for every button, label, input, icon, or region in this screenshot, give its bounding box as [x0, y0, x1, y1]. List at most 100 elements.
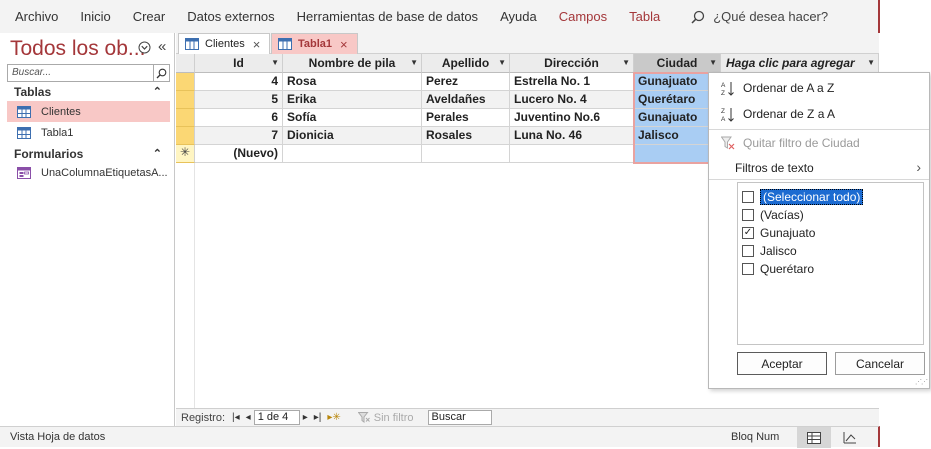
cell-apellido[interactable]: Rosales: [422, 127, 510, 145]
cell-direccion[interactable]: Juventino No.6: [510, 109, 634, 127]
record-selector[interactable]: [176, 91, 195, 109]
ribbon-tab-datos-externos[interactable]: Datos externos: [176, 9, 285, 24]
dropdown-arrow-icon[interactable]: ▼: [498, 54, 506, 72]
filter-option-label: Jalisco: [760, 244, 797, 258]
dropdown-arrow-icon[interactable]: ▼: [709, 54, 717, 72]
ribbon-tab-tabla[interactable]: Tabla: [618, 9, 671, 24]
design-view-button[interactable]: [838, 427, 862, 448]
svg-text:Z: Z: [721, 108, 725, 115]
cell-id[interactable]: 7: [195, 127, 283, 145]
new-record-icon[interactable]: ▸✳: [327, 412, 340, 423]
record-selector[interactable]: [176, 127, 195, 145]
record-selector[interactable]: [176, 109, 195, 127]
dropdown-arrow-icon[interactable]: ▼: [410, 54, 418, 72]
new-record-selector[interactable]: ✳: [176, 145, 195, 163]
chevron-up-icon: ⌃: [152, 86, 162, 98]
cell-apellido[interactable]: Aveldañes: [422, 91, 510, 109]
close-icon[interactable]: ×: [340, 37, 348, 52]
document-tabs: Clientes × Tabla1 ×: [176, 33, 879, 54]
nav-search-button[interactable]: [153, 64, 170, 82]
cell-empty[interactable]: [283, 145, 422, 163]
filter-values-list[interactable]: (Seleccionar todo) (Vacías) ✓ Gunajuato …: [737, 182, 924, 345]
cell-direccion[interactable]: Lucero No. 4: [510, 91, 634, 109]
nav-pane-title[interactable]: Todos los ob...: [10, 37, 145, 61]
doc-tab-clientes[interactable]: Clientes ×: [178, 33, 270, 54]
dropdown-arrow-icon[interactable]: ▼: [271, 54, 279, 72]
column-header-id[interactable]: Id ▼: [195, 54, 283, 73]
ribbon-tab-crear[interactable]: Crear: [122, 9, 177, 24]
nav-item-clientes[interactable]: Clientes: [7, 101, 170, 122]
menu-separator: [709, 129, 929, 130]
checkbox[interactable]: [742, 191, 754, 203]
nav-group-tablas[interactable]: Tablas ⌃: [14, 85, 166, 99]
cell-empty[interactable]: [510, 145, 634, 163]
cell-nombre[interactable]: Dionicia: [283, 127, 422, 145]
sort-ascending-item[interactable]: AZ Ordenar de A a Z: [709, 78, 929, 98]
ribbon-tab-herramientas[interactable]: Herramientas de base de datos: [286, 9, 489, 24]
nav-item-label: Clientes: [41, 105, 81, 118]
dropdown-arrow-icon[interactable]: ▼: [622, 54, 630, 72]
select-all-corner[interactable]: [176, 54, 195, 73]
record-selector[interactable]: [176, 73, 195, 91]
column-header-apellido[interactable]: Apellido ▼: [422, 54, 510, 73]
filter-option-jalisco[interactable]: Jalisco: [742, 243, 797, 259]
checkbox[interactable]: [742, 245, 754, 257]
cell-direccion[interactable]: Luna No. 46: [510, 127, 634, 145]
column-header-ciudad[interactable]: Ciudad ▼: [634, 54, 721, 73]
cell-id[interactable]: 4: [195, 73, 283, 91]
cancel-button[interactable]: Cancelar: [835, 352, 925, 375]
cell-direccion[interactable]: Estrella No. 1: [510, 73, 634, 91]
dropdown-arrow-icon[interactable]: ▼: [867, 54, 875, 72]
cell-nombre[interactable]: Rosa: [283, 73, 422, 91]
filter-option-queretaro[interactable]: Querétaro: [742, 261, 814, 277]
text-filters-item[interactable]: Filtros de texto ›: [709, 158, 929, 178]
next-record-icon[interactable]: ▸: [303, 412, 308, 423]
nav-item-form[interactable]: UnaColumnaEtiquetasA...: [7, 162, 170, 183]
nav-item-tabla1[interactable]: Tabla1: [7, 122, 170, 143]
cell-nombre[interactable]: Sofía: [283, 109, 422, 127]
sort-descending-item[interactable]: ZA Ordenar de Z a A: [709, 104, 929, 124]
column-header-add-field[interactable]: Haga clic para agregar ▼: [721, 54, 879, 73]
accept-button[interactable]: Aceptar: [737, 352, 827, 375]
column-header-direccion[interactable]: Dirección ▼: [510, 54, 634, 73]
text-filters-label: Filtros de texto: [735, 161, 814, 175]
datasheet-view-button[interactable]: [797, 427, 831, 448]
cell-apellido[interactable]: Perez: [422, 73, 510, 91]
collapse-pane-icon[interactable]: «: [158, 38, 166, 55]
cell-new-record[interactable]: (Nuevo): [195, 145, 283, 163]
ribbon-tab-inicio[interactable]: Inicio: [69, 9, 121, 24]
cell-id[interactable]: 6: [195, 109, 283, 127]
nav-group-formularios[interactable]: Formularios ⌃: [14, 147, 166, 161]
filter-option-gunajuato[interactable]: ✓ Gunajuato: [742, 225, 815, 241]
cell-id[interactable]: 5: [195, 91, 283, 109]
record-selector-column: [176, 163, 195, 408]
navigation-pane: Todos los ob... « Buscar... Tablas ⌃ Cli…: [0, 33, 175, 426]
current-record-input[interactable]: 1 de 4: [253, 410, 300, 425]
last-record-icon[interactable]: ▸|: [314, 412, 322, 423]
first-record-icon[interactable]: |◂: [232, 412, 240, 423]
funnel-icon: [357, 412, 370, 423]
tell-me-box[interactable]: ¿Qué desea hacer?: [691, 9, 828, 24]
form-icon: [17, 166, 31, 179]
nav-menu-icon[interactable]: [138, 41, 151, 57]
close-icon[interactable]: ×: [253, 37, 261, 52]
checkbox[interactable]: [742, 263, 754, 275]
ribbon-tab-archivo[interactable]: Archivo: [0, 9, 69, 24]
checkbox-checked[interactable]: ✓: [742, 227, 754, 239]
filter-option-vacias[interactable]: (Vacías): [742, 207, 804, 223]
filter-option-label: Querétaro: [760, 262, 815, 276]
cell-empty[interactable]: [422, 145, 510, 163]
cell-nombre[interactable]: Erika: [283, 91, 422, 109]
column-header-nombre[interactable]: Nombre de pila ▼: [283, 54, 422, 73]
previous-record-icon[interactable]: ◂: [246, 412, 251, 423]
cell-apellido[interactable]: Perales: [422, 109, 510, 127]
doc-tab-tabla1[interactable]: Tabla1 ×: [271, 33, 358, 54]
checkbox[interactable]: [742, 209, 754, 221]
nav-search-input[interactable]: Buscar...: [7, 64, 170, 82]
record-search-input[interactable]: Buscar: [427, 410, 492, 425]
ribbon-tab-ayuda[interactable]: Ayuda: [489, 9, 548, 24]
filter-toggle[interactable]: Sin filtro: [357, 412, 414, 424]
filter-option-select-all[interactable]: (Seleccionar todo): [742, 189, 864, 205]
resize-grip-icon[interactable]: ⋰⋰: [915, 378, 928, 386]
ribbon-tab-campos[interactable]: Campos: [548, 9, 618, 24]
